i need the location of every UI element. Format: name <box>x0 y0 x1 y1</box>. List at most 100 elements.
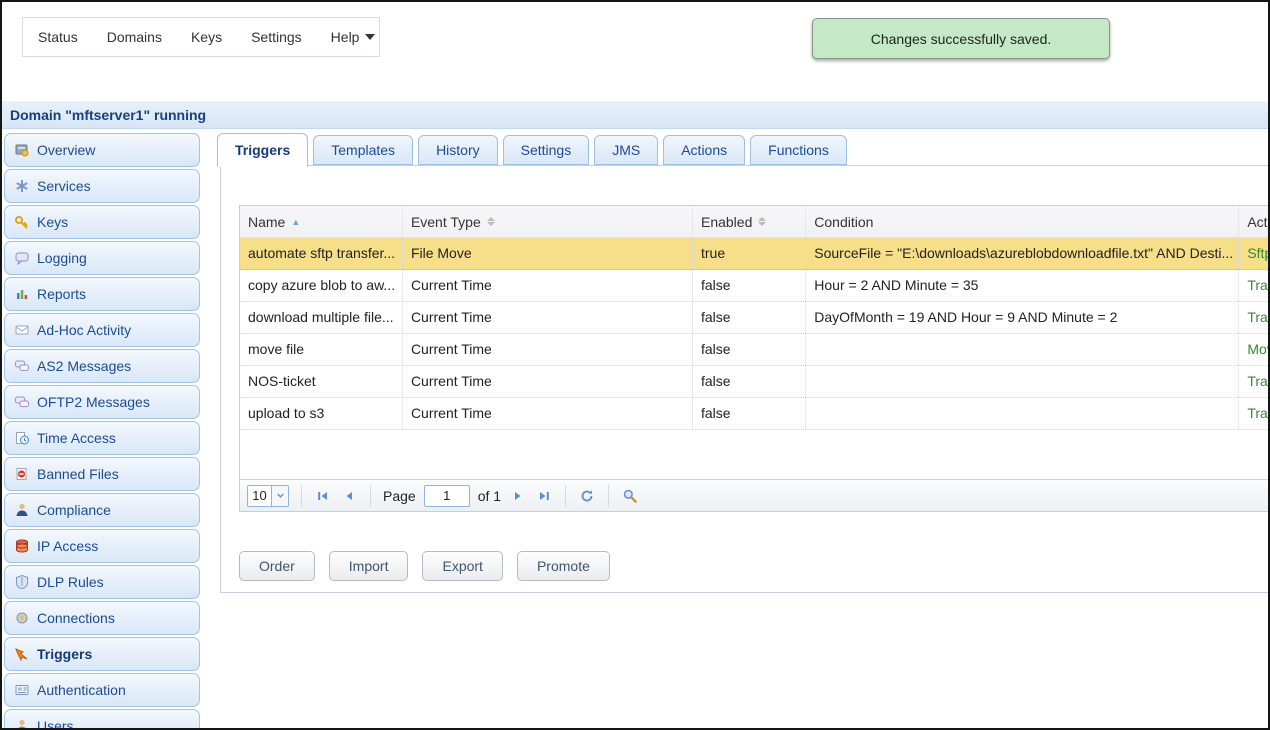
column-header-event-type[interactable]: Event Type <box>403 206 693 237</box>
order-button[interactable]: Order <box>239 551 315 581</box>
top-menubar: Status Domains Keys Settings Help <box>22 17 380 57</box>
sidebar-item-banned-files[interactable]: Banned Files <box>4 457 200 491</box>
next-page-button[interactable] <box>509 487 527 505</box>
condition-cell: Hour = 2 AND Minute = 35 <box>806 270 1239 301</box>
sidebar-item-label: DLP Rules <box>37 574 104 590</box>
sidebar-item-oftp2-messages[interactable]: OFTP2 Messages <box>4 385 200 419</box>
import-button[interactable]: Import <box>329 551 409 581</box>
first-page-button[interactable] <box>314 487 332 505</box>
menu-item-domains[interactable]: Domains <box>107 29 162 45</box>
sidebar-item-ad-hoc-activity[interactable]: Ad-Hoc Activity <box>4 313 200 347</box>
page-count-label: of 1 <box>478 488 501 504</box>
event-type-cell: Current Time <box>403 270 693 301</box>
sidebar-item-authentication[interactable]: Authentication <box>4 673 200 707</box>
table-row[interactable]: move fileCurrent TimefalseMov <box>240 334 1270 366</box>
sidebar-item-time-access[interactable]: Time Access <box>4 421 200 455</box>
sidebar-item-label: OFTP2 Messages <box>37 394 150 410</box>
sidebar-item-as2-messages[interactable]: AS2 Messages <box>4 349 200 383</box>
tab-actions[interactable]: Actions <box>663 135 745 165</box>
sidebar-item-compliance[interactable]: Compliance <box>4 493 200 527</box>
menu-item-keys[interactable]: Keys <box>191 29 222 45</box>
sidebar-item-logging[interactable]: Logging <box>4 241 200 275</box>
tab-content-panel: Name ▲ Event Type Enabled ConditionActi auto… <box>220 165 1270 593</box>
page-number-input[interactable] <box>424 485 470 507</box>
prev-page-button[interactable] <box>340 487 358 505</box>
table-row[interactable]: automate sftp transfer...File MovetrueSo… <box>240 238 1270 270</box>
table-row[interactable]: NOS-ticketCurrent Timefalse Tra <box>240 366 1270 398</box>
action-cell: Tra <box>1239 366 1270 397</box>
action-cell: Tra <box>1239 270 1270 301</box>
refresh-button[interactable] <box>578 487 596 505</box>
condition-cell: SourceFile = "E:\downloads\azureblobdown… <box>806 238 1239 269</box>
tab-functions[interactable]: Functions <box>750 135 847 165</box>
page-label: Page <box>383 488 416 504</box>
sidebar-item-label: Reports <box>37 286 86 302</box>
sidebar-item-overview[interactable]: Overview <box>4 133 200 167</box>
sidebar-item-label: Compliance <box>37 502 111 518</box>
sidebar-item-label: Logging <box>37 250 87 266</box>
event-type-cell: Current Time <box>403 366 693 397</box>
shield-icon <box>14 574 30 590</box>
table-action-buttons: Order Import Export Promote <box>239 551 610 581</box>
menu-item-help[interactable]: Help <box>331 29 376 45</box>
table-row[interactable]: upload to s3Current TimefalseTra <box>240 398 1270 430</box>
sidebar-item-label: Authentication <box>37 682 126 698</box>
tab-jms[interactable]: JMS <box>594 135 658 165</box>
enabled-cell: false <box>693 334 806 365</box>
promote-button[interactable]: Promote <box>517 551 610 581</box>
chevron-down-icon <box>271 486 288 506</box>
sidebar-item-connections[interactable]: Connections <box>4 601 200 635</box>
success-alert: Changes successfully saved. <box>812 18 1110 59</box>
menu-item-settings[interactable]: Settings <box>251 29 302 45</box>
separator <box>565 485 566 507</box>
column-header-name[interactable]: Name ▲ <box>240 206 403 237</box>
id-card-icon <box>14 682 30 698</box>
messages-icon <box>14 394 30 410</box>
menu-item-status[interactable]: Status <box>38 29 78 45</box>
event-type-cell: Current Time <box>403 334 693 365</box>
sidebar-item-users[interactable]: Users <box>4 709 200 730</box>
enabled-cell: false <box>693 366 806 397</box>
sidebar-item-label: Connections <box>37 610 115 626</box>
search-button[interactable] <box>621 487 639 505</box>
sidebar-item-reports[interactable]: Reports <box>4 277 200 311</box>
event-type-cell: Current Time <box>403 302 693 333</box>
sidebar-item-services[interactable]: Services <box>4 169 200 203</box>
database-red-icon <box>14 538 30 554</box>
tab-history[interactable]: History <box>418 135 498 165</box>
condition-cell <box>806 366 1239 397</box>
column-label: Enabled <box>701 214 752 230</box>
caret-down-icon <box>365 34 375 40</box>
column-header-condition[interactable]: Condition <box>806 206 1239 237</box>
sidebar-item-triggers[interactable]: Triggers <box>4 637 200 671</box>
last-page-button[interactable] <box>535 487 553 505</box>
sidebar-item-label: Time Access <box>37 430 116 446</box>
banned-file-icon <box>14 466 30 482</box>
enabled-cell: false <box>693 302 806 333</box>
column-label: Name <box>248 214 285 230</box>
sidebar-item-label: Keys <box>37 214 68 230</box>
name-cell: NOS-ticket <box>240 366 403 397</box>
clock-page-icon <box>14 430 30 446</box>
table-row[interactable]: download multiple file...Current Timefal… <box>240 302 1270 334</box>
table-row[interactable]: copy azure blob to aw...Current Timefals… <box>240 270 1270 302</box>
sidebar-item-dlp-rules[interactable]: DLP Rules <box>4 565 200 599</box>
sidebar-item-ip-access[interactable]: IP Access <box>4 529 200 563</box>
action-cell: Mov <box>1239 334 1270 365</box>
triggers-table: Name ▲ Event Type Enabled ConditionActi auto… <box>239 205 1270 512</box>
export-button[interactable]: Export <box>422 551 502 581</box>
speech-bubble-icon <box>14 250 30 266</box>
column-header-enabled[interactable]: Enabled <box>693 206 806 237</box>
tab-triggers[interactable]: Triggers <box>217 133 308 167</box>
tab-templates[interactable]: Templates <box>313 135 413 165</box>
column-label: Event Type <box>411 214 481 230</box>
tab-settings[interactable]: Settings <box>503 135 590 165</box>
sidebar-item-label: Ad-Hoc Activity <box>37 322 131 338</box>
column-header-acti[interactable]: Acti <box>1239 206 1270 237</box>
page-size-select[interactable]: 10 <box>247 485 289 507</box>
sidebar-item-keys[interactable]: Keys <box>4 205 200 239</box>
condition-cell <box>806 334 1239 365</box>
services-icon <box>14 178 30 194</box>
sort-asc-icon: ▲ <box>291 217 300 227</box>
menu-item-label: Keys <box>191 29 222 45</box>
